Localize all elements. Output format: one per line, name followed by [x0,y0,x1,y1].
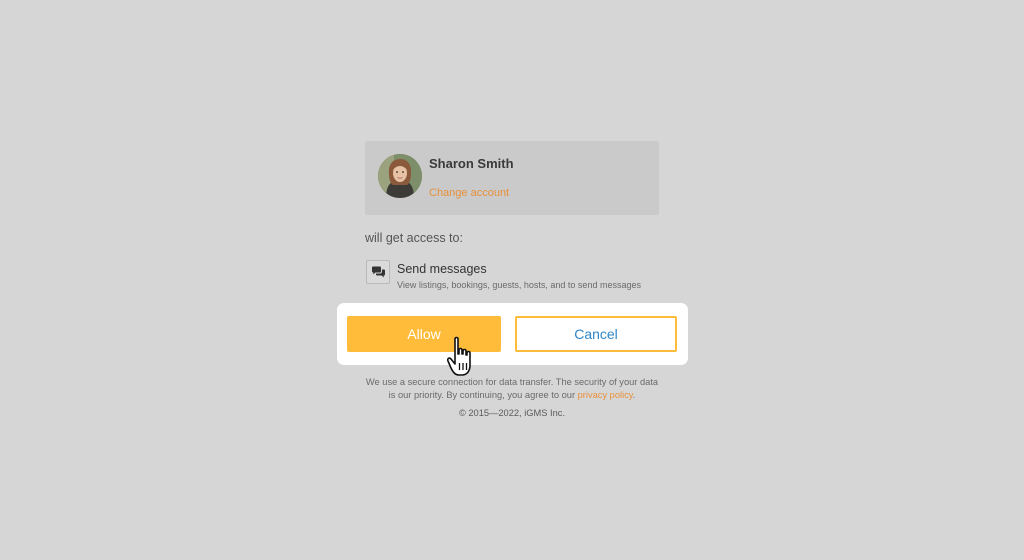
chat-bubbles-icon [371,266,385,277]
permission-title: Send messages [397,262,487,276]
avatar-photo-icon [378,154,422,198]
copyright-text: © 2015—2022, iGMS Inc. [458,408,566,418]
permission-description: View listings, bookings, guests, hosts, … [397,280,641,290]
cancel-button[interactable]: Cancel [515,316,677,352]
privacy-policy-link[interactable]: privacy policy [578,390,633,400]
access-intro-text: will get access to: [365,231,463,245]
account-card: Sharon Smith Change account [365,141,659,215]
security-note: We use a secure connection for data tran… [362,376,662,402]
change-account-link[interactable]: Change account [429,187,509,199]
oauth-consent-page: Sharon Smith Change account will get acc… [0,0,1024,560]
avatar [378,154,422,198]
security-period: . [632,390,636,400]
hand-pointer-cursor-icon [447,336,471,376]
permission-icon-box [366,260,390,284]
account-name: Sharon Smith [429,156,514,171]
